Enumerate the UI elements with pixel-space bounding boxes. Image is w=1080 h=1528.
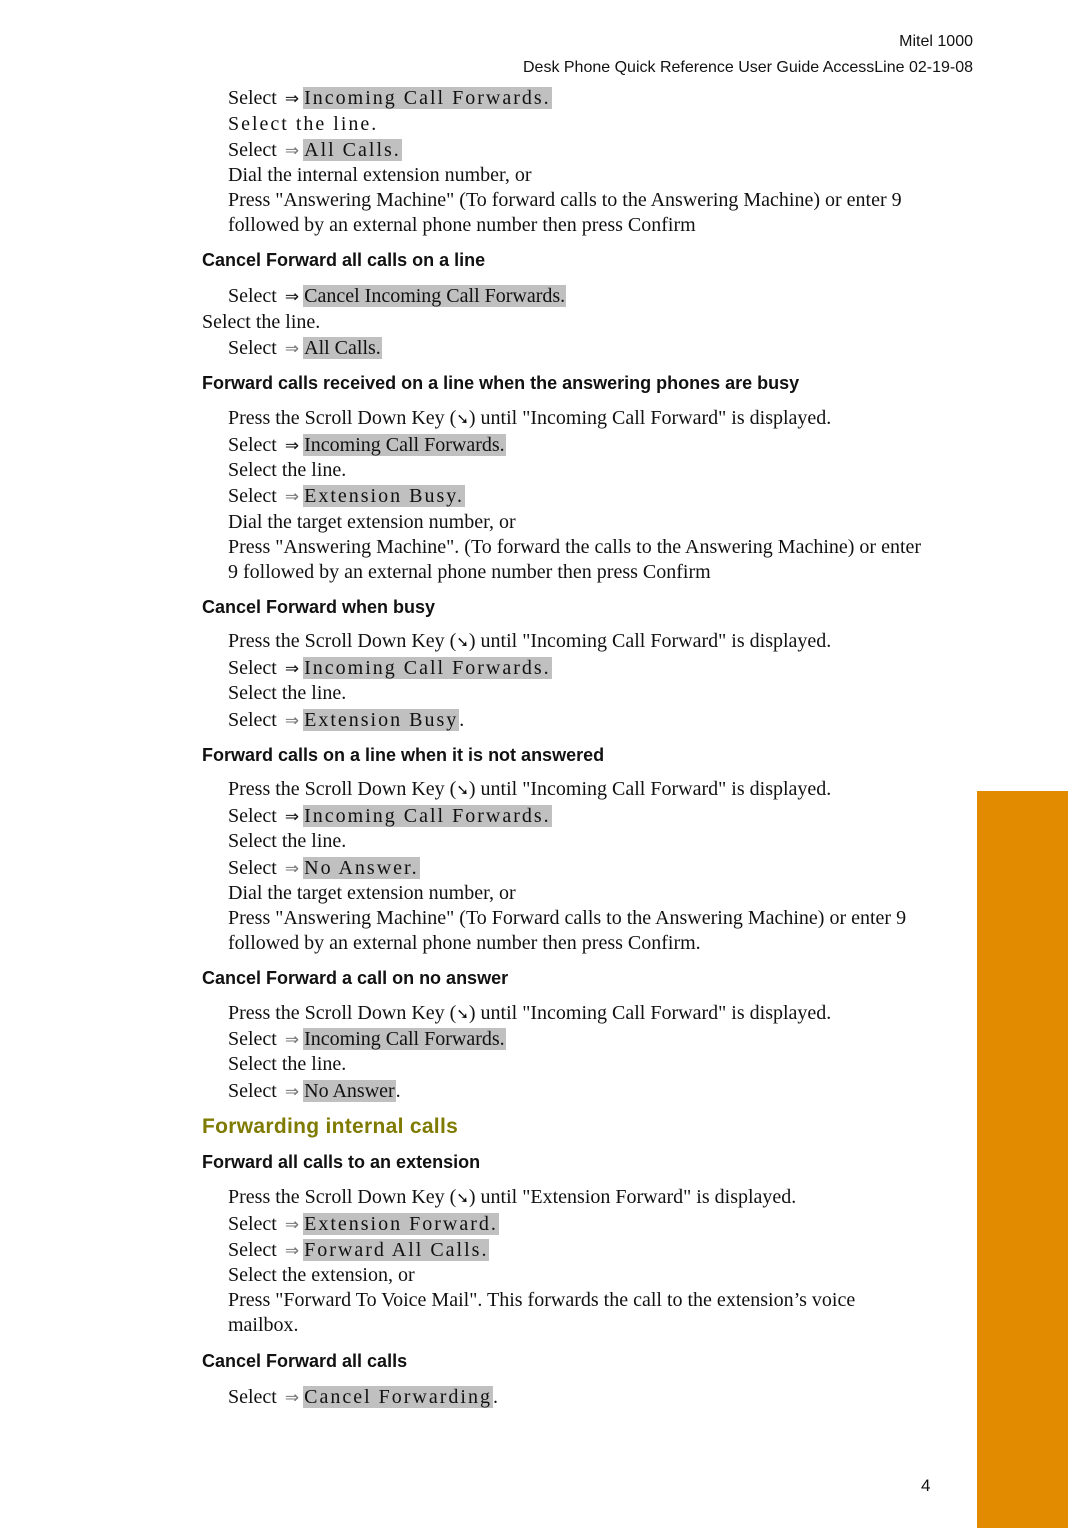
- step-press: Press "Answering Machine" (To forward ca…: [228, 189, 902, 211]
- step-dial: Dial the target extension number, or: [228, 511, 516, 533]
- step-select-ext-busy: Select ⇒ Extension Busy.: [228, 709, 465, 731]
- step-select-line: Select the line.: [228, 459, 347, 481]
- step-select-icf: Select ⇒ Incoming Call Forwards.: [228, 434, 506, 456]
- menu-option: Incoming Call Forwards.: [303, 434, 506, 456]
- step-press: Press "Forward To Voice Mail". This forw…: [228, 1289, 856, 1311]
- arrow-icon: ⇒: [284, 339, 300, 359]
- step-select-line: Select the line.: [228, 830, 347, 852]
- menu-option: Incoming Call Forwards.: [303, 805, 552, 827]
- menu-option: Forward All Calls.: [303, 1239, 490, 1261]
- step-scroll: Press the Scroll Down Key (➘) until "Inc…: [228, 630, 832, 652]
- arrow-icon: ⇒: [284, 1241, 300, 1261]
- step-select-icf: Select ⇒ Incoming Call Forwards.: [228, 805, 552, 827]
- heading-forward-extension: Forward all calls to an extension: [202, 1152, 481, 1172]
- menu-option: Extension Forward.: [303, 1213, 499, 1235]
- arrow-icon: ⇒: [284, 711, 300, 731]
- step-press: Press "Answering Machine" (To Forward ca…: [228, 907, 907, 929]
- arrow-icon: ⇒: [284, 287, 300, 307]
- arrow-icon: ⇒: [284, 1388, 300, 1408]
- arrow-icon: ⇒: [284, 859, 300, 879]
- scroll-down-key-icon: ➘: [456, 410, 469, 428]
- step-select-line: Select the line.: [202, 311, 321, 333]
- menu-option: All Calls.: [303, 139, 402, 161]
- arrow-icon: ⇒: [284, 1082, 300, 1102]
- step-scroll: Press the Scroll Down Key (➘) until "Ext…: [228, 1186, 797, 1208]
- heading-cancel-busy: Cancel Forward when busy: [202, 597, 436, 617]
- section-title-internal: Forwarding internal calls: [202, 1115, 459, 1138]
- step-select-forward-all: Select ⇒ Forward All Calls.: [228, 1239, 490, 1261]
- step-select-no-answer: Select ⇒ No Answer.: [228, 1080, 401, 1102]
- scroll-down-key-icon: ➘: [456, 781, 469, 799]
- menu-option: No Answer.: [303, 857, 420, 879]
- step-select-no-answer: Select ⇒ No Answer.: [228, 857, 420, 879]
- arrow-icon: ⇒: [284, 487, 300, 507]
- header-product: Mitel 1000: [899, 33, 973, 50]
- step-select-line: Select the line.: [228, 682, 347, 704]
- step-press-cont: mailbox.: [228, 1314, 299, 1336]
- step-select-icf: Select ⇒ Incoming Call Forwards.: [228, 1028, 506, 1050]
- arrow-icon: ⇒: [284, 89, 300, 109]
- heading-cancel-no-answer: Cancel Forward a call on no answer: [202, 968, 509, 988]
- step-press-cont: followed by an external phone number the…: [228, 214, 696, 236]
- arrow-icon: ⇒: [284, 436, 300, 456]
- step-scroll: Press the Scroll Down Key (➘) until "Inc…: [228, 407, 832, 429]
- step-select-extension: Select the extension, or: [228, 1264, 415, 1286]
- step-select-ext-forward: Select ⇒ Extension Forward.: [228, 1213, 499, 1235]
- heading-forward-no-answer: Forward calls on a line when it is not a…: [202, 745, 605, 765]
- step-select-line: Select the line.: [228, 113, 379, 135]
- menu-option: No Answer: [303, 1080, 396, 1102]
- heading-cancel-forward-all: Cancel Forward all calls: [202, 1351, 408, 1371]
- step-press-cont: 9 followed by an external phone number t…: [228, 561, 711, 583]
- step-scroll: Press the Scroll Down Key (➘) until "Inc…: [228, 1002, 832, 1024]
- step-select-cancel-icf: Select ⇒ Cancel Incoming Call Forwards.: [228, 285, 567, 307]
- arrow-icon: ⇒: [284, 1030, 300, 1050]
- menu-option: Cancel Incoming Call Forwards.: [303, 285, 567, 307]
- scroll-down-key-icon: ➘: [456, 633, 469, 651]
- step-dial: Dial the internal extension number, or: [228, 164, 532, 186]
- menu-option: Incoming Call Forwards.: [303, 1028, 506, 1050]
- menu-option: Extension Busy: [303, 709, 460, 731]
- step-select-icf: Select ⇒ Incoming Call Forwards.: [228, 87, 552, 109]
- arrow-icon: ⇒: [284, 141, 300, 161]
- step-select-icf: Select ⇒ Incoming Call Forwards.: [228, 657, 552, 679]
- step-select-cancel-forwarding: Select ⇒ Cancel Forwarding.: [228, 1386, 498, 1408]
- arrow-icon: ⇒: [284, 1215, 300, 1235]
- arrow-icon: ⇒: [284, 807, 300, 827]
- heading-forward-busy: Forward calls received on a line when th…: [202, 373, 800, 393]
- arrow-icon: ⇒: [284, 659, 300, 679]
- menu-option: Extension Busy.: [303, 485, 465, 507]
- step-dial: Dial the target extension number, or: [228, 882, 516, 904]
- step-select-line: Select the line.: [228, 1053, 347, 1075]
- menu-option: Cancel Forwarding: [303, 1386, 493, 1408]
- menu-option: Incoming Call Forwards.: [303, 657, 552, 679]
- step-select-ext-busy: Select ⇒ Extension Busy.: [228, 485, 465, 507]
- step-scroll: Press the Scroll Down Key (➘) until "Inc…: [228, 778, 832, 800]
- page-number: 4: [921, 1476, 931, 1495]
- step-press: Press "Answering Machine". (To forward t…: [228, 536, 922, 558]
- step-select-all-calls: Select ⇒ All Calls.: [228, 139, 402, 161]
- chapter-tab: [977, 791, 1068, 1528]
- step-select-all-calls: Select ⇒ All Calls.: [228, 337, 382, 359]
- menu-option: Incoming Call Forwards.: [303, 87, 552, 109]
- scroll-down-key-icon: ➘: [456, 1189, 469, 1207]
- step-press-cont: followed by an external phone number the…: [228, 932, 701, 954]
- menu-option: All Calls.: [303, 337, 382, 359]
- header-doc-title: Desk Phone Quick Reference User Guide Ac…: [522, 59, 973, 76]
- heading-cancel-forward-line: Cancel Forward all calls on a line: [202, 250, 486, 270]
- scroll-down-key-icon: ➘: [456, 1005, 469, 1023]
